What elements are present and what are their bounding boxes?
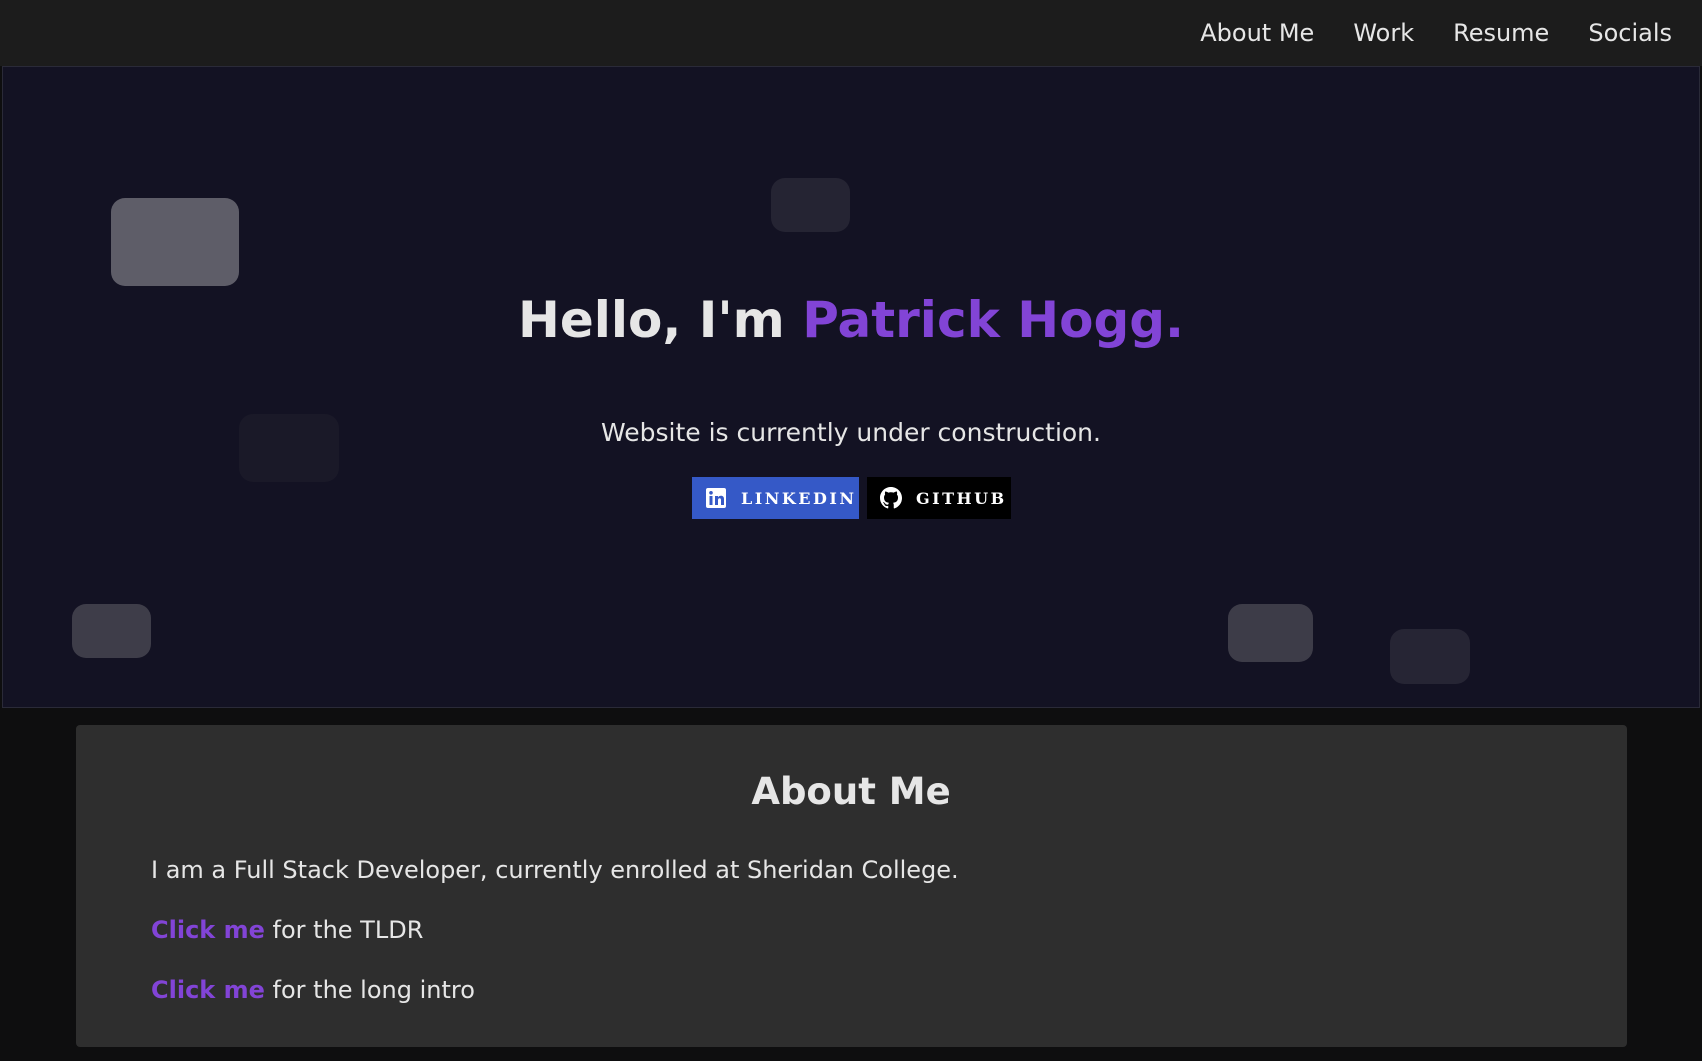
nav-link-about-me[interactable]: About Me bbox=[1200, 19, 1314, 47]
about-tldr-line: Click me for the TLDR bbox=[151, 916, 423, 944]
github-icon bbox=[880, 487, 902, 509]
about-long-line: Click me for the long intro bbox=[151, 976, 475, 1004]
long-intro-link[interactable]: Click me bbox=[151, 976, 265, 1004]
hero-section bbox=[2, 66, 1700, 708]
hero-name: Patrick Hogg. bbox=[802, 291, 1185, 349]
decorative-square bbox=[1228, 604, 1313, 662]
nav-links: About Me Work Resume Socials bbox=[1200, 0, 1672, 66]
linkedin-icon bbox=[705, 487, 727, 509]
linkedin-button[interactable]: LINKEDIN bbox=[692, 477, 859, 519]
hero-title: Hello, I'm Patrick Hogg. bbox=[0, 290, 1702, 350]
decorative-square bbox=[771, 178, 850, 232]
github-label: GITHUB bbox=[916, 488, 1007, 508]
github-button[interactable]: GITHUB bbox=[867, 477, 1011, 519]
long-intro-text: for the long intro bbox=[264, 976, 475, 1004]
decorative-square bbox=[1390, 629, 1470, 684]
hero-subtitle: Website is currently under construction. bbox=[601, 418, 1101, 447]
decorative-square bbox=[111, 198, 239, 286]
about-intro: I am a Full Stack Developer, currently e… bbox=[151, 856, 959, 884]
nav-link-resume[interactable]: Resume bbox=[1453, 19, 1549, 47]
tldr-link[interactable]: Click me bbox=[151, 916, 265, 944]
tldr-text: for the TLDR bbox=[264, 916, 424, 944]
about-title: About Me bbox=[751, 770, 951, 813]
nav-link-work[interactable]: Work bbox=[1353, 19, 1414, 47]
navbar: About Me Work Resume Socials bbox=[0, 0, 1702, 66]
linkedin-label: LINKEDIN bbox=[741, 488, 857, 508]
hero-greeting: Hello, I'm bbox=[517, 291, 803, 349]
decorative-square bbox=[72, 604, 151, 658]
nav-link-socials[interactable]: Socials bbox=[1588, 19, 1672, 47]
